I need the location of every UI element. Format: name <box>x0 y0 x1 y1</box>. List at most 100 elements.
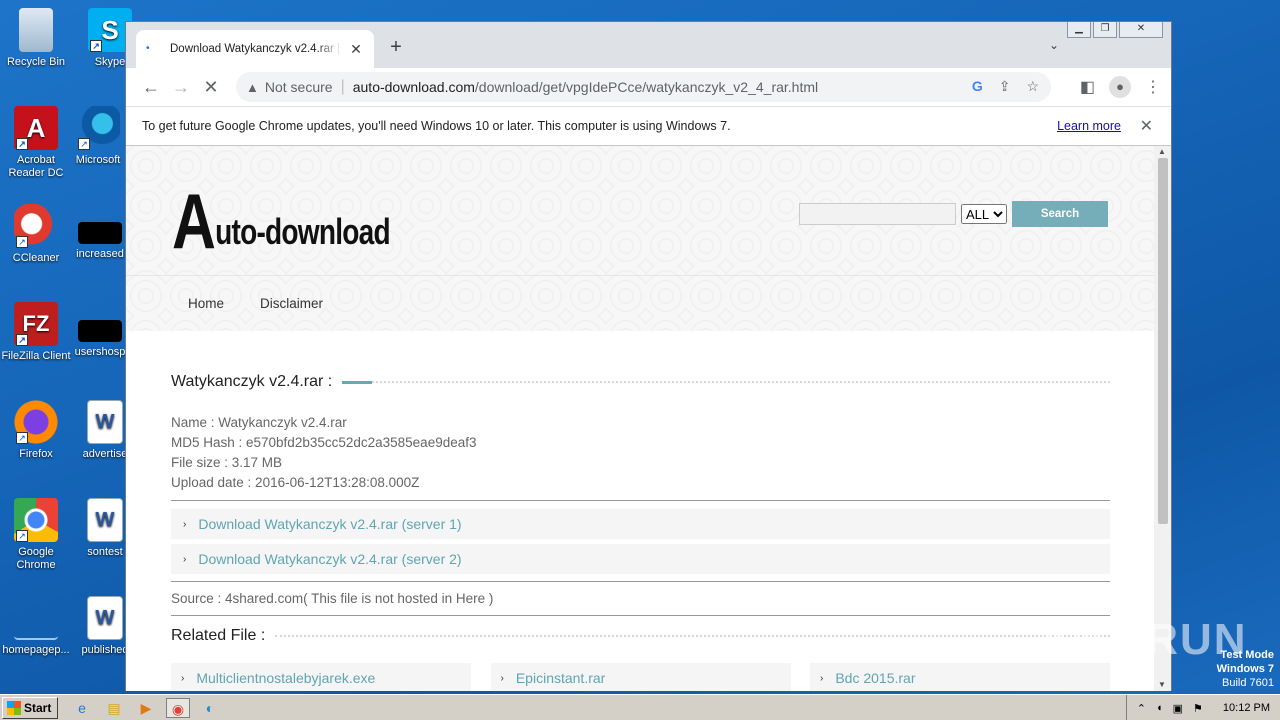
tray-expand-icon[interactable]: ⌃ <box>1137 702 1146 715</box>
divider <box>171 581 1110 582</box>
nav-home[interactable]: Home <box>188 296 224 311</box>
scroll-up-icon[interactable]: ▲ <box>1158 147 1166 156</box>
edge-icon: ↗ <box>76 106 120 150</box>
recycle-bin-icon <box>19 8 53 52</box>
close-window-button[interactable]: ✕ <box>1119 22 1163 38</box>
download-link-text[interactable]: Download Watykanczyk v2.4.rar (server 1) <box>198 516 461 532</box>
action-center-flag-icon[interactable]: ⚑ <box>1193 702 1203 715</box>
related-section-title: Related File : <box>171 627 1110 645</box>
shortcut-arrow-icon: ↗ <box>16 138 28 150</box>
url-text[interactable]: auto-download.com/download/get/vpgIdePCc… <box>353 79 818 95</box>
new-tab-button[interactable]: + <box>384 36 408 59</box>
desktop-icon-label: Recycle Bin <box>6 56 66 68</box>
desktop-icon-acrobat[interactable]: A ↗ Acrobat Reader DC <box>1 106 71 180</box>
shortcut-arrow-icon: ↗ <box>78 138 90 150</box>
stop-loading-button[interactable]: ✕ <box>196 77 226 98</box>
search-input[interactable] <box>799 203 956 225</box>
test-mode-label: Test Mode <box>1220 649 1274 661</box>
volume-icon[interactable]: ◖ <box>1156 702 1163 714</box>
bookmark-star-icon[interactable]: ☆ <box>1026 78 1039 95</box>
clock[interactable]: 10:12 PM <box>1223 702 1270 714</box>
taskbar: Start e ▤ ▶ ◉ ◐ ⌃ ◖ ▣ ⚑ 10:12 PM <box>0 694 1280 720</box>
chevron-right-icon: › <box>183 553 187 565</box>
search-category-select[interactable]: ALL <box>961 204 1007 224</box>
learn-more-link[interactable]: Learn more <box>1057 119 1121 133</box>
download-link-text[interactable]: Download Watykanczyk v2.4.rar (server 2) <box>198 551 461 567</box>
edge-taskbar-icon[interactable]: ◐ <box>198 698 222 718</box>
tab-active[interactable]: • Download Watykanczyk v2.4.rar | A ✕ <box>136 30 374 68</box>
related-file-item[interactable]: › Bdc 2015.rar <box>810 663 1110 691</box>
scroll-down-icon[interactable]: ▼ <box>1158 680 1166 689</box>
shortcut-arrow-icon: ↗ <box>16 334 28 346</box>
share-icon[interactable]: ⇪ <box>999 78 1011 95</box>
desktop-icon-label: homepagep... <box>2 644 70 656</box>
shortcut-arrow-icon: ↗ <box>16 530 28 542</box>
network-icon[interactable]: ▣ <box>1173 702 1183 715</box>
desktop-icon-firefox[interactable]: ↗ Firefox <box>1 400 71 461</box>
file-explorer-icon[interactable]: ▤ <box>102 698 126 718</box>
test-mode-notice: Test Mode Windows 7 Build 7601 <box>1217 648 1274 690</box>
filezilla-icon: FZ ↗ <box>14 302 58 346</box>
forward-button[interactable]: → <box>166 77 196 98</box>
back-button[interactable]: ← <box>136 77 166 98</box>
ccleaner-icon: ↗ <box>14 204 58 248</box>
file-icon <box>78 222 122 244</box>
address-divider: | <box>340 78 345 95</box>
google-lens-icon[interactable]: G <box>972 78 983 95</box>
address-bar[interactable]: ▲ Not secure | auto-download.com/downloa… <box>236 72 1051 102</box>
shortcut-arrow-icon: ↗ <box>90 40 102 52</box>
desktop-icon-recycle-bin[interactable]: Recycle Bin <box>1 8 71 69</box>
related-file-link[interactable]: Epicinstant.rar <box>516 670 605 686</box>
desktop-icon-homepage[interactable]: homepagep... <box>1 596 71 657</box>
close-tab-icon[interactable]: ✕ <box>348 41 364 57</box>
search-button[interactable]: Search <box>1012 201 1108 227</box>
related-file-link[interactable]: Multiclientnostalebyjarek.exe <box>196 670 375 686</box>
nav-disclaimer[interactable]: Disclaimer <box>260 296 323 311</box>
start-button[interactable]: Start <box>2 696 58 719</box>
close-infobar-icon[interactable]: ✕ <box>1140 116 1153 136</box>
desktop-icon-chrome[interactable]: ↗ Google Chrome <box>1 498 71 572</box>
menu-kebab-icon[interactable]: ⋮ <box>1145 77 1161 97</box>
title-accent-bar <box>342 380 373 384</box>
media-player-icon[interactable]: ▶ <box>134 698 158 718</box>
chevron-right-icon: › <box>181 672 185 684</box>
minimize-button[interactable]: ▁ <box>1067 22 1091 38</box>
download-link-server-2[interactable]: › Download Watykanczyk v2.4.rar (server … <box>171 544 1110 574</box>
shortcut-arrow-icon: ↗ <box>16 236 28 248</box>
profile-avatar-icon[interactable]: ● <box>1109 76 1131 98</box>
desktop-icon-label: CCleaner <box>12 252 60 264</box>
file-name: Name : Watykanczyk v2.4.rar <box>171 415 347 430</box>
side-panel-icon[interactable]: ◧ <box>1080 77 1095 97</box>
browser-window: • Download Watykanczyk v2.4.rar | A ✕ + … <box>125 21 1172 691</box>
related-file-link[interactable]: Bdc 2015.rar <box>835 670 915 686</box>
desktop-icon-label: Google Chrome <box>16 546 56 571</box>
title-divider <box>275 635 1110 637</box>
tab-title: Download Watykanczyk v2.4.rar | A <box>170 43 342 55</box>
window-controls: ▁ ❐ ✕ <box>1067 22 1163 38</box>
file-size: File size : 3.17 MB <box>171 455 283 470</box>
related-file-item[interactable]: › Multiclientnostalebyjarek.exe <box>171 663 471 691</box>
site-logo[interactable]: Auto-download <box>172 182 391 260</box>
warning-icon[interactable]: ▲ <box>246 80 259 95</box>
restore-button[interactable]: ❐ <box>1093 22 1117 38</box>
internet-explorer-icon[interactable]: e <box>70 698 94 718</box>
update-infobar: To get future Google Chrome updates, you… <box>126 106 1171 146</box>
chrome-taskbar-icon[interactable]: ◉ <box>166 697 190 718</box>
file-icon <box>14 596 58 640</box>
site-nav: Home Disclaimer <box>126 276 1155 331</box>
related-title: Related File : <box>171 627 266 644</box>
file-md5: MD5 Hash : e570bfd2b35cc52dc2a3585eae9de… <box>171 435 477 450</box>
desktop-icon-ccleaner[interactable]: ↗ CCleaner <box>1 204 71 265</box>
desktop-icon-filezilla[interactable]: FZ ↗ FileZilla Client <box>1 302 71 363</box>
chevron-right-icon: › <box>820 672 824 684</box>
tab-search-chevron-icon[interactable]: ⌄ <box>1049 38 1059 52</box>
start-label: Start <box>24 700 52 715</box>
download-link-server-1[interactable]: › Download Watykanczyk v2.4.rar (server … <box>171 509 1110 539</box>
desktop-icon-edge[interactable]: ↗ Microsoft <box>63 106 133 167</box>
page-scrollbar[interactable]: ▲ ▼ <box>1154 146 1171 691</box>
loading-spinner-icon: • <box>146 43 150 54</box>
related-file-item[interactable]: › Epicinstant.rar <box>490 663 791 691</box>
scrollbar-thumb[interactable] <box>1158 158 1168 524</box>
not-secure-label[interactable]: Not secure <box>265 79 333 95</box>
chrome-icon: ↗ <box>14 498 58 542</box>
